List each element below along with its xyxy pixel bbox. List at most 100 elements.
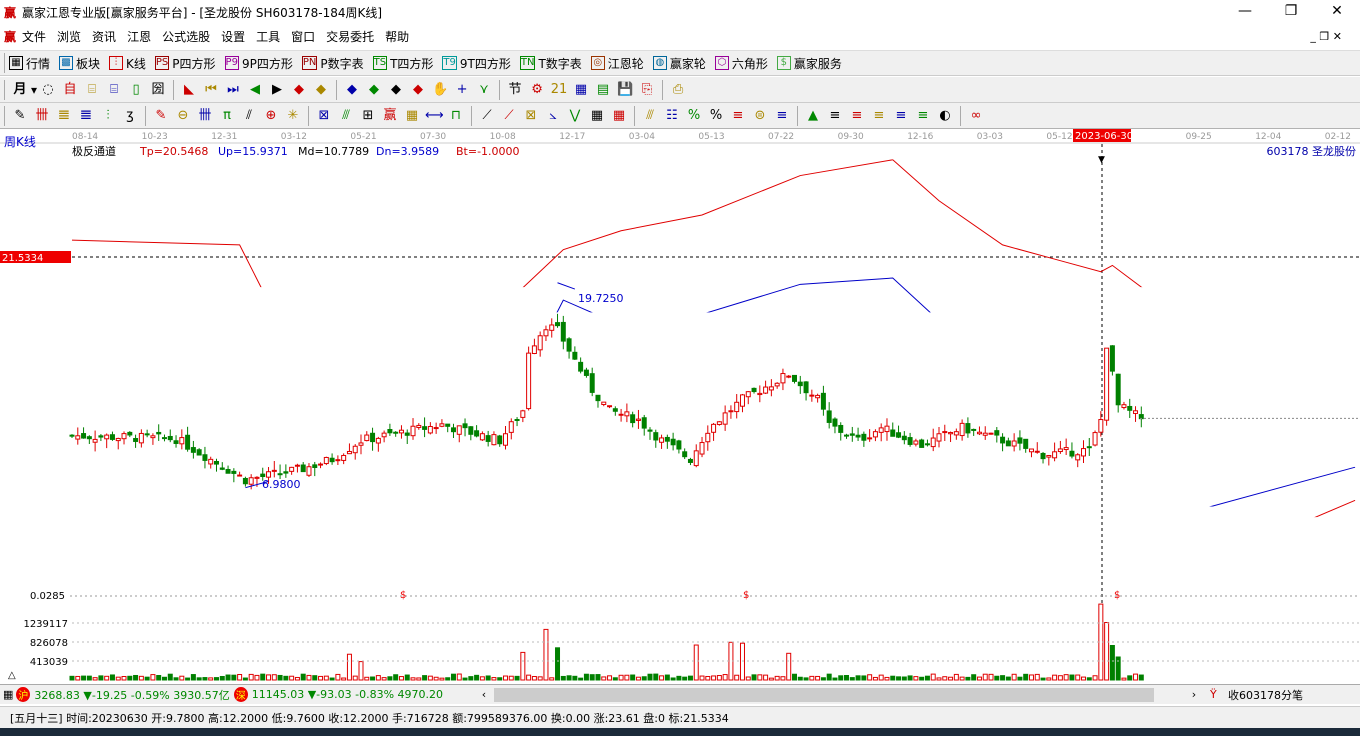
kline-chart[interactable]: 周K线 08-14 10-23 12-31 03-12 05-21 07-30 10-08 12… <box>0 128 1360 684</box>
restore-button[interactable]: ❐ <box>1268 0 1314 24</box>
tool-icon-12[interactable]: ◆ <box>312 81 330 99</box>
scroll-right-button[interactable]: › <box>1184 688 1204 701</box>
tool-icon-25[interactable]: 💾 <box>616 81 634 99</box>
tool-icon-6[interactable]: ◣ <box>180 81 198 99</box>
tool-icon-1[interactable]: 自 <box>61 81 79 99</box>
tool-icon-21[interactable]: ⚙ <box>528 81 546 99</box>
minimize-button[interactable]: — <box>1222 0 1268 24</box>
tool-icon-14[interactable]: ◆ <box>365 81 383 99</box>
tool-icon-34[interactable]: ▲ <box>804 107 822 125</box>
menu-item-0[interactable]: 文件 <box>22 28 46 45</box>
tool-icon-2[interactable]: ⌸ <box>83 81 101 99</box>
menu-item-5[interactable]: 设置 <box>221 28 245 45</box>
tool-icon-8[interactable]: ⏭ <box>224 81 242 99</box>
tool-icon-28[interactable]: ☷ <box>663 107 681 125</box>
tool-icon-36[interactable]: ≡ <box>848 107 866 125</box>
tool-icon-9[interactable]: ◀ <box>246 81 264 99</box>
tool-icon-14[interactable]: ⫻ <box>337 107 355 125</box>
tool-icon-31[interactable]: ≡ <box>729 107 747 125</box>
tool-icon-18[interactable]: ⟷ <box>425 107 444 125</box>
tool-icon-12[interactable]: ✳ <box>284 107 302 125</box>
tool-icon-0[interactable]: ◌ <box>39 81 57 99</box>
toolbar-button-3[interactable]: PS P四方形 <box>154 55 216 72</box>
tool-icon-15[interactable]: ◆ <box>387 81 405 99</box>
tool-icon-19[interactable]: ⋎ <box>475 81 493 99</box>
tool-icon-18[interactable]: + <box>453 81 471 99</box>
toolbar-button-7[interactable]: T9 9T四方形 <box>442 55 511 72</box>
tool-icon-7[interactable]: ⏮ <box>202 81 220 99</box>
tool-icon-6[interactable]: ✎ <box>152 107 170 125</box>
tool-icon-8[interactable]: 卌 <box>196 107 214 125</box>
tool-icon-9[interactable]: π <box>218 107 236 125</box>
tool-icon-1[interactable]: 卌 <box>33 107 51 125</box>
toolbar-button-8[interactable]: TN T数字表 <box>519 55 582 72</box>
tool-icon-26[interactable]: ⎘ <box>638 81 656 99</box>
tool-icon-15[interactable]: ⊞ <box>359 107 377 125</box>
tool-icon-0[interactable]: ✎ <box>11 107 29 125</box>
tick-data-label[interactable]: 收603178分笔 <box>1228 687 1303 703</box>
tool-icon-4[interactable]: ▯ <box>127 81 145 99</box>
toolbar-button-11[interactable]: ⬡ 六角形 <box>714 55 768 72</box>
scroll-thumb[interactable] <box>494 687 1154 702</box>
close-button[interactable]: ✕ <box>1314 0 1360 24</box>
tool-icon-38[interactable]: ≡ <box>892 107 910 125</box>
toolbar-button-0[interactable]: ▦ 行情 <box>9 55 50 72</box>
menu-item-4[interactable]: 公式选股 <box>162 28 210 45</box>
scroll-left-button[interactable]: ‹ <box>474 688 494 701</box>
tool-icon-41[interactable]: ∞ <box>967 107 985 125</box>
tool-icon-7[interactable]: ⊖ <box>174 107 192 125</box>
tool-icon-21[interactable]: ⟋ <box>500 107 518 125</box>
tool-icon-40[interactable]: ◐ <box>936 107 954 125</box>
menu-item-9[interactable]: 帮助 <box>385 28 409 45</box>
tool-icon-11[interactable]: ⊕ <box>262 107 280 125</box>
tool-icon-27[interactable]: ⫻ <box>641 107 659 125</box>
toolbar-button-10[interactable]: ◍ 赢家轮 <box>652 55 706 72</box>
quote-table-icon[interactable]: ▦ <box>3 688 13 701</box>
tool-icon-20[interactable]: 节 <box>506 81 524 99</box>
tool-icon-16[interactable]: ◆ <box>409 81 427 99</box>
menu-item-1[interactable]: 浏览 <box>57 28 81 45</box>
tool-icon-10[interactable]: ▶ <box>268 81 286 99</box>
tool-icon-3[interactable]: ⌸ <box>105 81 123 99</box>
tool-icon-17[interactable]: ▦ <box>403 107 421 125</box>
tool-icon-33[interactable]: ≡ <box>773 107 791 125</box>
period-select[interactable]: 月 <box>11 81 29 99</box>
tool-icon-26[interactable]: ▦ <box>610 107 628 125</box>
toolbar-button-4[interactable]: P9 9P四方形 <box>224 55 293 72</box>
tool-icon-37[interactable]: ≡ <box>870 107 888 125</box>
menu-item-8[interactable]: 交易委托 <box>326 28 374 45</box>
tool-icon-32[interactable]: ⊜ <box>751 107 769 125</box>
tool-icon-5[interactable]: ʒ <box>121 107 139 125</box>
tool-icon-25[interactable]: ▦ <box>588 107 606 125</box>
tool-icon-16[interactable]: 赢 <box>381 107 399 125</box>
tool-icon-19[interactable]: ⊓ <box>447 107 465 125</box>
horizontal-scrollbar[interactable]: ‹ › <box>474 686 1204 704</box>
toolbar-button-9[interactable]: ◎ 江恩轮 <box>590 55 644 72</box>
tool-icon-11[interactable]: ◆ <box>290 81 308 99</box>
tool-icon-29[interactable]: % <box>685 107 703 125</box>
tool-icon-22[interactable]: 21 <box>550 81 568 99</box>
toolbar-button-6[interactable]: TS T四方形 <box>372 55 433 72</box>
menu-item-3[interactable]: 江恩 <box>127 28 151 45</box>
tool-icon-2[interactable]: 𝌆 <box>55 107 73 125</box>
tool-icon-22[interactable]: ⊠ <box>522 107 540 125</box>
tool-icon-17[interactable]: ✋ <box>431 81 449 99</box>
tool-icon-27[interactable]: ⎙ <box>669 81 687 99</box>
tool-icon-39[interactable]: ≡ <box>914 107 932 125</box>
toolbar-button-2[interactable]: ⫶ K线 <box>109 55 146 72</box>
tool-icon-20[interactable]: ⟋ <box>478 107 496 125</box>
tool-icon-13[interactable]: ◆ <box>343 81 361 99</box>
mdi-controls[interactable]: _ ❐ ✕ <box>1310 30 1342 43</box>
toolbar-button-1[interactable]: ▩ 板块 <box>59 55 100 72</box>
tool-icon-24[interactable]: ⋁ <box>566 107 584 125</box>
tool-icon-10[interactable]: ⫽ <box>240 107 258 125</box>
menu-item-6[interactable]: 工具 <box>256 28 280 45</box>
menu-item-2[interactable]: 资讯 <box>92 28 116 45</box>
menu-item-7[interactable]: 窗口 <box>291 28 315 45</box>
tool-icon-3[interactable]: 𝌆 <box>77 107 95 125</box>
tool-icon-35[interactable]: ≡ <box>826 107 844 125</box>
tool-icon-23[interactable]: ▦ <box>572 81 590 99</box>
toolbar-button-5[interactable]: PN P数字表 <box>301 55 364 72</box>
tool-icon-5[interactable]: 圀 <box>149 81 167 99</box>
tool-icon-30[interactable]: % <box>707 107 725 125</box>
